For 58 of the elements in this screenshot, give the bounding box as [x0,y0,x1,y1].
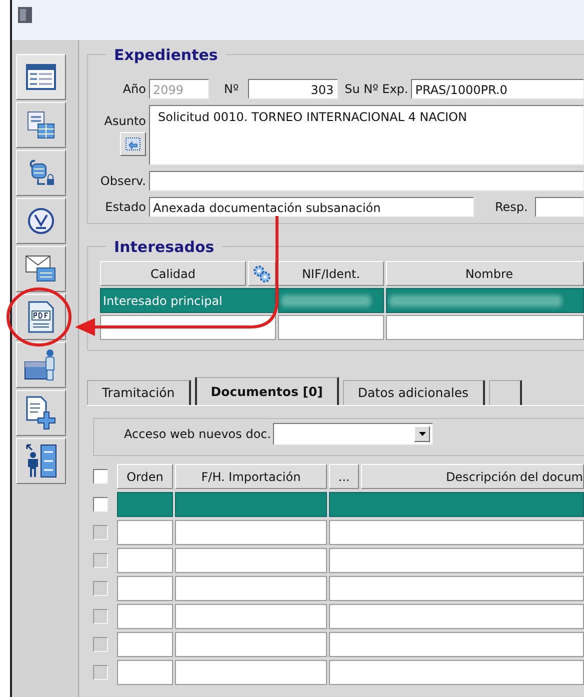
text-field[interactable] [149,171,584,191]
toolbar-button[interactable] [16,390,66,436]
column-header[interactable]: Orden [117,464,173,489]
field-label: Resp. [495,200,528,214]
field-label: Año [122,82,146,96]
column-header[interactable]: ... [329,464,359,489]
field-label: Asunto [104,114,146,128]
settings-icon [252,264,272,284]
toolbar-button[interactable] [16,150,66,196]
toolbar-button[interactable] [16,438,66,484]
column-header[interactable]: Descripción del docum [361,464,584,489]
checkbox[interactable] [93,469,108,484]
tab[interactable] [488,380,522,405]
toolbar-button[interactable] [16,102,66,148]
section-title: Expedientes [106,46,226,64]
tab[interactable]: Tramitación [87,380,191,405]
column-header[interactable]: NIF/Ident. [278,261,384,286]
open-button[interactable] [120,132,146,156]
toolbar-button[interactable] [16,54,66,100]
table-cell[interactable] [386,315,584,340]
field-label: Acceso web nuevos doc. [124,427,272,441]
text-field[interactable] [534,197,584,217]
text-field[interactable]: PRAS/1000PR.0 [411,79,584,99]
document-table-icon [26,110,56,140]
toolbar-button[interactable] [16,246,66,292]
table-cell[interactable]: Interesado principal [100,288,276,313]
field-label: Estado [104,200,146,214]
toolbar-button[interactable] [16,294,66,340]
settings-button[interactable] [248,261,276,286]
table-cell[interactable] [175,492,327,517]
field-label: Observ. [99,174,146,188]
toolbar-button[interactable] [16,198,66,244]
checkbox[interactable] [93,497,108,512]
field-label: Su Nº Exp. [344,82,408,96]
table-cell[interactable] [117,492,173,517]
mail-icon [25,254,57,284]
table-cell[interactable] [329,492,584,517]
tab[interactable]: Documentos [0] [194,377,339,405]
table-cell[interactable] [278,315,384,340]
column-header[interactable]: Nombre [386,261,584,286]
pdf-file-icon [27,301,55,333]
check-circle-icon [27,207,55,235]
tab[interactable]: Datos adicionales [342,380,485,405]
window-icon [26,64,56,90]
column-header[interactable]: F/H. Importación [175,464,327,489]
dropdown-arrow-icon [418,432,426,436]
document-plus-icon [25,396,57,430]
table-cell[interactable] [386,288,584,313]
table-cell[interactable] [278,288,384,313]
column-header[interactable]: Calidad [100,261,246,286]
text-area[interactable]: Solicitud 0010. TORNEO INTERNACIONAL 4 NACION [149,105,584,165]
text-field[interactable]: Anexada documentación subsanación [149,197,474,217]
field-label: Nº [224,82,239,96]
toolbar-button[interactable] [16,342,66,388]
app-icon [18,7,32,23]
text-field[interactable]: 303 [248,79,338,99]
person-list-icon [24,443,58,479]
dropdown[interactable] [273,423,434,445]
